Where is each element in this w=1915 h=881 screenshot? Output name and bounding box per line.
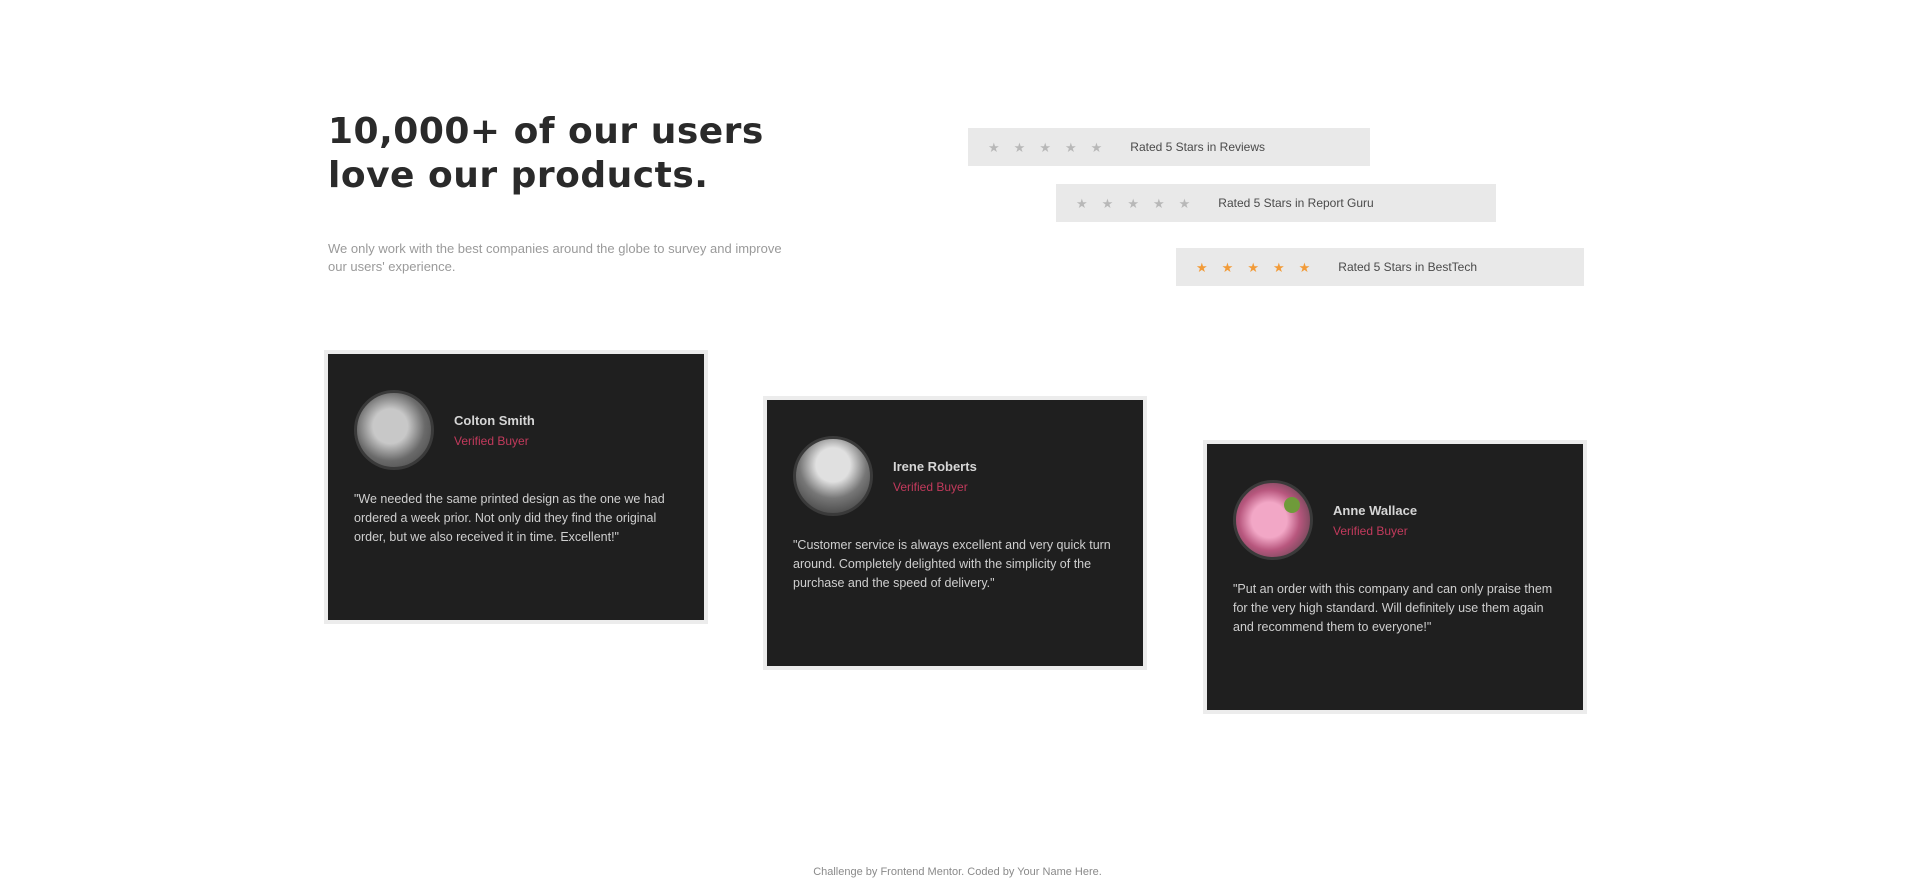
testimonial-quote: "We needed the same printed design as th… — [354, 492, 665, 544]
star-icon: ★ — [1039, 139, 1051, 155]
star-rating: ★ ★ ★ ★ ★ — [1196, 261, 1310, 274]
verified-badge: Verified Buyer — [893, 479, 968, 494]
rating-badge: ★ ★ ★ ★ ★ Rated 5 Stars in BestTech — [1176, 248, 1584, 286]
title-line-1: 10,000+ of our users — [328, 111, 764, 152]
rating-badge: ★ ★ ★ ★ ★ Rated 5 Stars in Report Guru — [1056, 184, 1496, 222]
star-icon: ★ — [1101, 195, 1114, 211]
person-info: Irene Roberts Verified Buyer — [893, 459, 977, 494]
rating-text: Rated 5 Stars in BestTech — [1338, 260, 1478, 274]
page-title: 10,000+ of our users love our products. — [328, 110, 768, 198]
person-info: Colton Smith Verified Buyer — [454, 413, 535, 448]
star-icon: ★ — [1298, 259, 1311, 275]
avatar — [354, 390, 434, 470]
rating-text: Rated 5 Stars in Report Guru — [1218, 196, 1374, 210]
star-icon: ★ — [1064, 139, 1077, 155]
person-name: Anne Wallace — [1333, 502, 1418, 518]
person-info: Anne Wallace Verified Buyer — [1333, 503, 1417, 538]
testimonial-card: Irene Roberts Verified Buyer "Customer s… — [767, 400, 1143, 666]
testimonial-card: Anne Wallace Verified Buyer "Put an orde… — [1207, 444, 1583, 710]
page-subtitle: We only work with the best companies aro… — [328, 241, 782, 274]
star-icon: ★ — [1196, 259, 1208, 275]
verified-badge: Verified Buyer — [454, 433, 529, 448]
star-icon: ★ — [1178, 195, 1191, 211]
attribution: Challenge by Frontend Mentor. Coded by Y… — [813, 866, 1102, 878]
title-line-2: love our products. — [328, 155, 709, 196]
star-rating: ★ ★ ★ ★ ★ — [988, 141, 1102, 154]
star-icon: ★ — [988, 139, 1000, 155]
rating-text: Rated 5 Stars in Reviews — [1130, 140, 1266, 154]
star-icon: ★ — [1152, 195, 1165, 211]
avatar — [793, 436, 873, 516]
testimonial-card: Colton Smith Verified Buyer "We needed t… — [328, 354, 704, 620]
star-icon: ★ — [1221, 259, 1234, 275]
star-icon: ★ — [1127, 195, 1139, 211]
testimonial-header: Anne Wallace Verified Buyer — [1233, 480, 1557, 560]
testimonial-quote: "Customer service is always excellent an… — [793, 538, 1111, 590]
person-name: Colton Smith — [454, 412, 535, 428]
avatar — [1233, 480, 1313, 560]
person-name: Irene Roberts — [893, 458, 977, 474]
rating-badge: ★ ★ ★ ★ ★ Rated 5 Stars in Reviews — [968, 128, 1370, 166]
star-icon: ★ — [1247, 259, 1259, 275]
testimonial-header: Colton Smith Verified Buyer — [354, 390, 678, 470]
verified-badge: Verified Buyer — [1333, 523, 1408, 538]
star-icon: ★ — [1272, 259, 1285, 275]
star-icon: ★ — [1076, 195, 1088, 211]
star-rating: ★ ★ ★ ★ ★ — [1076, 197, 1190, 210]
testimonial-quote: "Put an order with this company and can … — [1233, 582, 1553, 634]
testimonial-header: Irene Roberts Verified Buyer — [793, 436, 1117, 516]
star-icon: ★ — [1013, 139, 1026, 155]
star-icon: ★ — [1090, 139, 1103, 155]
